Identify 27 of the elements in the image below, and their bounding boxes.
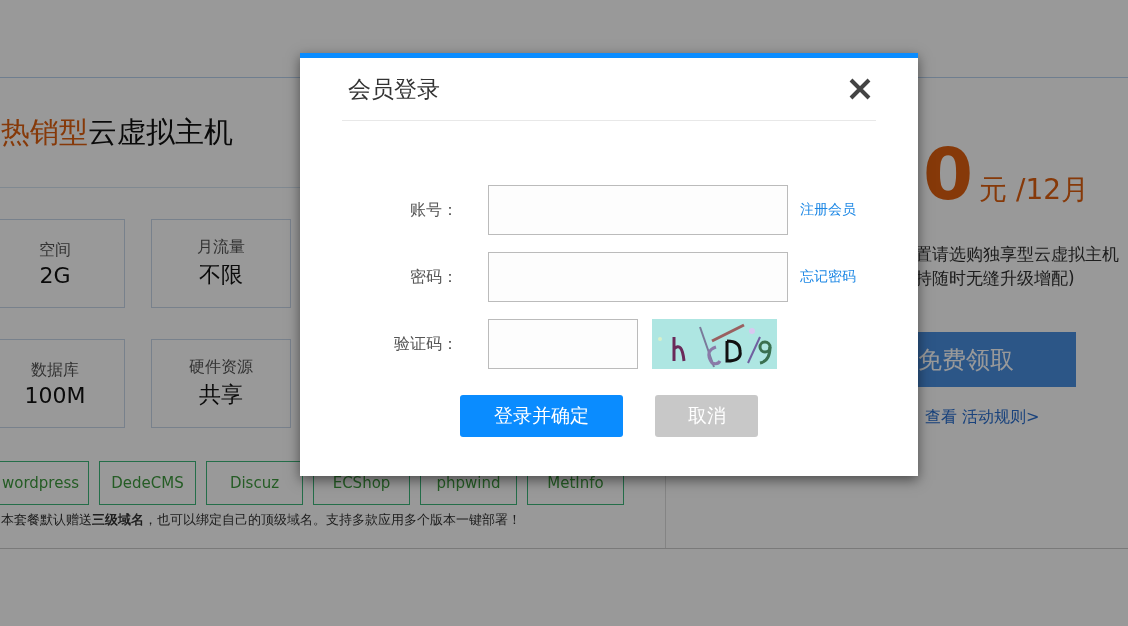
input-field[interactable] — [488, 185, 788, 235]
captcha-field[interactable] — [488, 319, 638, 369]
spec-label: 月流量 — [197, 237, 245, 258]
input-field[interactable] — [488, 252, 788, 302]
price-amount: 0 — [923, 138, 974, 210]
price-unit: 元 /12月 — [979, 172, 1090, 208]
app-tag[interactable]: DedeCMS — [99, 461, 196, 505]
spec-value: 2G — [39, 262, 71, 288]
app-tag[interactable]: wordpress — [0, 461, 89, 505]
spec-value: 100M — [24, 382, 86, 408]
spec-label: 空间 — [39, 239, 71, 261]
field-label: 验证码： — [393, 333, 458, 355]
spec-value: 不限 — [199, 261, 243, 289]
app-tag[interactable]: Discuz — [206, 461, 303, 505]
note-text: 本套餐默认赠送三级域名，也可以绑定自己的顶级域名。支持多款应用多个版本一键部署！ — [1, 511, 522, 529]
product-title: 热销型云虚拟主机 — [1, 113, 233, 151]
spec-label: 硬件资源 — [189, 357, 253, 378]
field-label: 密码： — [409, 266, 458, 288]
rules-link[interactable]: 查看 活动规则> — [925, 407, 1040, 428]
dialog-title: 会员登录 — [348, 74, 440, 104]
field-link[interactable]: 忘记密码 — [800, 268, 856, 286]
spec-value: 共享 — [199, 381, 243, 409]
close-icon[interactable] — [848, 77, 872, 101]
spec-label: 数据库 — [31, 359, 79, 381]
login-button[interactable]: 登录并确定 — [460, 395, 623, 437]
field-link[interactable]: 注册会员 — [800, 201, 856, 219]
field-label: 账号： — [409, 199, 458, 221]
